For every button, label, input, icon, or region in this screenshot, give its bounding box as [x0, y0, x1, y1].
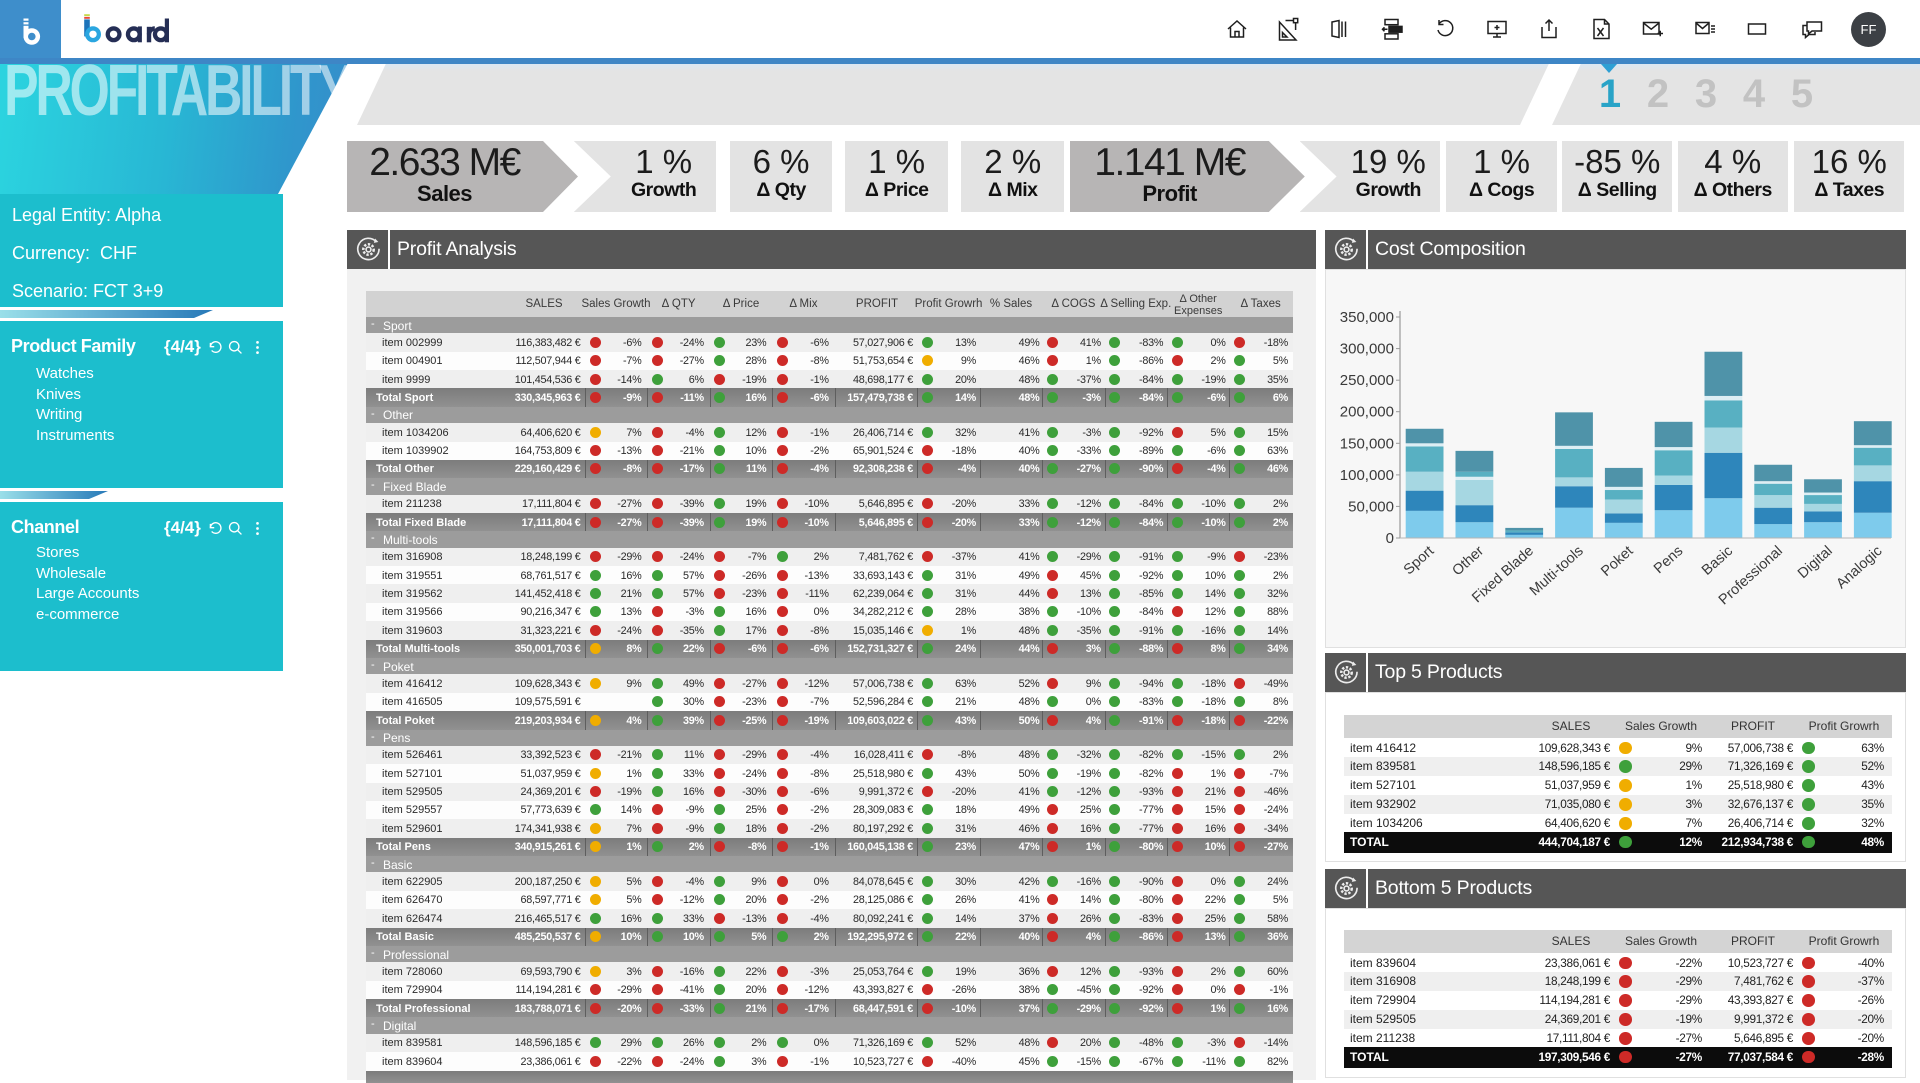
svg-text:Poket: Poket — [1598, 543, 1636, 580]
svg-text:200,000: 200,000 — [1340, 404, 1394, 421]
svg-text:Basic: Basic — [1699, 543, 1736, 579]
svg-text:Digital: Digital — [1795, 543, 1836, 582]
svg-text:Other: Other — [1449, 543, 1487, 579]
svg-text:50,000: 50,000 — [1348, 498, 1394, 515]
svg-text:300,000: 300,000 — [1340, 341, 1394, 358]
svg-text:0: 0 — [1386, 530, 1394, 547]
svg-text:250,000: 250,000 — [1340, 372, 1394, 389]
svg-text:Sport: Sport — [1401, 543, 1437, 578]
svg-text:150,000: 150,000 — [1340, 435, 1394, 452]
svg-text:Pens: Pens — [1651, 543, 1686, 577]
svg-text:350,000: 350,000 — [1340, 309, 1394, 326]
svg-text:100,000: 100,000 — [1340, 467, 1394, 484]
svg-text:Analogic: Analogic — [1833, 543, 1885, 592]
svg-text:Multi-tools: Multi-tools — [1527, 543, 1587, 599]
